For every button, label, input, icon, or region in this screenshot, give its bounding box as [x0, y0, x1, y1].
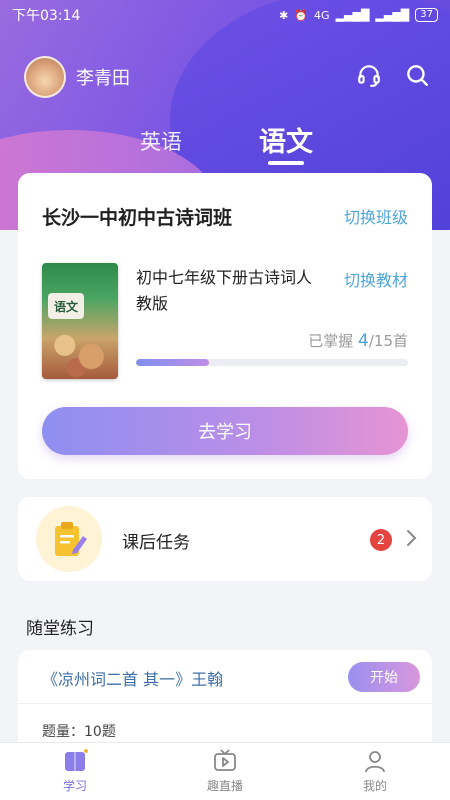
mastered-label: 已掌握 [308, 332, 354, 350]
textbook-cover-label: 语文 [48, 293, 84, 319]
poem-title[interactable]: 《凉州词二首 其一》王翰 [42, 666, 223, 690]
header-actions [356, 62, 430, 92]
switch-class-link[interactable]: 切换班级 [344, 204, 408, 228]
status-icons: ✱ ⏰ 4G ▂▄▆█ ▂▄▆█ 37 [279, 8, 438, 22]
start-button[interactable]: 开始 [348, 662, 420, 692]
book-icon [65, 749, 88, 771]
user-row: 李青田 [24, 56, 430, 98]
nav-profile[interactable]: 我的 [300, 743, 450, 800]
task-label: 课后任务 [122, 533, 190, 553]
task-icon-background [36, 506, 102, 572]
class-card: 长沙一中初中古诗词班 切换班级 语文 初中七年级下册古诗词人教版 切换教材 已掌… [18, 173, 432, 479]
mastered-status: 已掌握 4/15首 [308, 330, 408, 351]
mastery-progress-bar [136, 359, 408, 366]
network-type: 4G [314, 8, 330, 22]
nav-label-profile: 我的 [362, 779, 387, 793]
notepad-pencil-icon [55, 522, 87, 556]
go-study-button[interactable]: 去学习 [42, 407, 408, 455]
user-name[interactable]: 李青田 [76, 64, 130, 90]
battery-level: 37 [415, 8, 438, 22]
tab-chinese[interactable]: 语文 [259, 120, 313, 159]
homework-task-card[interactable]: 课后任务 2 [18, 497, 432, 581]
nav-label-live: 趣直播 [206, 779, 243, 793]
class-name: 长沙一中初中古诗词班 [42, 207, 233, 229]
status-time: 下午03:14 [12, 8, 81, 24]
textbook-cover[interactable]: 语文 [42, 263, 118, 379]
bluetooth-icon: ✱ [279, 8, 289, 22]
avatar[interactable] [24, 56, 66, 98]
nav-live[interactable]: 趣直播 [150, 743, 300, 800]
chevron-right-icon [404, 528, 418, 552]
divider [18, 703, 432, 704]
tv-play-icon [214, 749, 236, 771]
bottom-navigation: 学习 趣直播 我的 [0, 742, 450, 800]
tab-english[interactable]: 英语 [140, 126, 182, 156]
task-count-badge: 2 [370, 529, 392, 551]
switch-textbook-link[interactable]: 切换教材 [344, 267, 408, 291]
signal-icon-2: ▂▄▆█ [375, 8, 410, 22]
signal-icon: ▂▄▆█ [335, 8, 370, 22]
mastery-progress-fill [136, 359, 209, 366]
nav-study[interactable]: 学习 [0, 743, 150, 800]
alarm-icon: ⏰ [294, 8, 309, 22]
status-bar: 下午03:14 ✱ ⏰ 4G ▂▄▆█ ▂▄▆█ 37 [0, 0, 450, 30]
profile-icon [365, 751, 385, 773]
headset-icon[interactable] [356, 62, 382, 92]
mastered-total: /15首 [368, 332, 408, 350]
question-count: 题量：10题 [42, 724, 116, 740]
mastered-count: 4 [358, 331, 369, 351]
textbook-title: 初中七年级下册古诗词人教版 [136, 268, 313, 313]
cover-illustration [42, 323, 118, 379]
active-tab-indicator [268, 161, 304, 165]
practice-section-title: 随堂练习 [26, 619, 94, 639]
search-icon[interactable] [404, 62, 430, 92]
nav-label-study: 学习 [62, 779, 87, 793]
subject-tabs: 英语 语文 [0, 118, 450, 166]
